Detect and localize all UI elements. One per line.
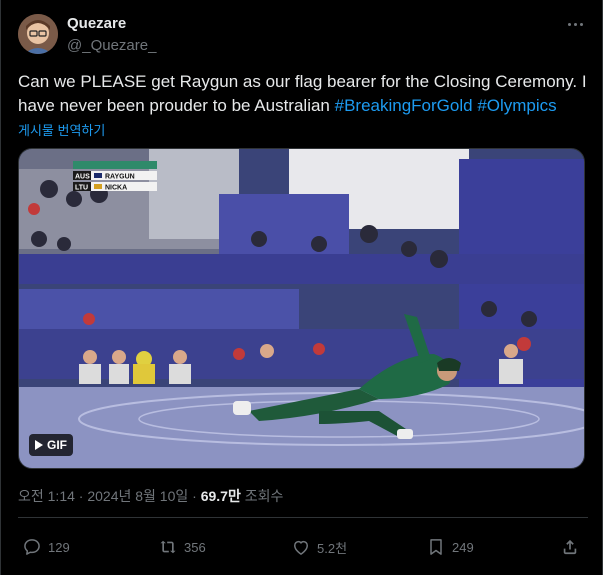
heart-icon [294,540,308,555]
share-icon [563,539,577,555]
post-metadata: 오전 1:14 · 2024년 8월 10일 · 69.7만 조회수 [18,486,283,506]
gif-label: GIF [47,438,67,452]
author-handle[interactable]: @_Quezare_ [67,37,156,54]
scoreboard-overlay: AUS LTU RAYGUN NICKA [73,161,157,192]
hashtag-breakingforgold[interactable]: #BreakingForGold [335,96,473,115]
gif-media[interactable]: AUS LTU RAYGUN NICKA [18,148,585,469]
translate-post-link[interactable]: 게시물 번역하기 [18,120,105,139]
bookmark-icon [430,539,442,555]
tweet-card: Quezare @_Quezare_ Can we PLEASE get Ray… [0,0,603,575]
author-avatar[interactable] [18,14,58,54]
more-options-icon[interactable] [563,14,587,34]
scoreboard-name-1: RAYGUN [105,174,135,181]
gif-play-button[interactable]: GIF [29,434,73,456]
bookmark-button[interactable]: 249 [426,533,474,561]
views-count: 69.7만 [200,488,241,504]
repost-icon [160,540,176,554]
views-label: 조회수 [240,488,284,504]
scoreboard-name-2: NICKA [105,185,127,192]
repost-button[interactable]: 356 [158,533,206,561]
scoreboard-country-1: AUS [75,174,90,181]
tweet-text: Can we PLEASE get Raygun as our flag bea… [18,70,588,118]
like-button[interactable]: 5.2천 [291,533,347,561]
author-display-name[interactable]: Quezare [67,15,126,32]
post-timestamp[interactable]: 오전 1:14 · 2024년 8월 10일 · [18,488,201,504]
reply-icon [24,539,40,555]
gif-frame-image: AUS LTU RAYGUN NICKA [19,149,584,468]
repost-count: 356 [184,539,206,555]
reply-count: 129 [48,539,70,555]
play-icon [35,440,43,450]
share-button[interactable] [560,533,580,561]
hashtag-olympics[interactable]: #Olympics [477,96,556,115]
actions-divider [18,517,588,518]
bookmark-count: 249 [452,539,474,555]
scoreboard-country-2: LTU [75,185,88,192]
action-bar: 129 356 5.2천 249 [18,533,588,561]
like-count: 5.2천 [317,540,348,556]
reply-button[interactable]: 129 [22,533,70,561]
